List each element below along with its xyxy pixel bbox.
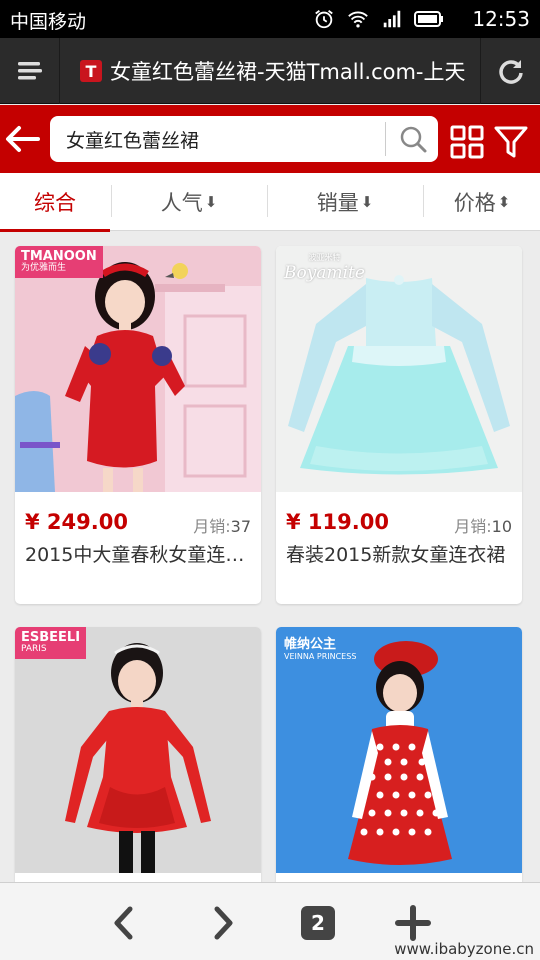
brand-logo: 波亚米特 Boyamite [284,252,365,283]
sales-count: 10 [491,517,512,536]
tab-comprehensive[interactable]: 综合 [0,173,110,232]
battery-icon [414,11,443,27]
product-card[interactable]: 波亚米特 Boyamite ¥ 119.00 月销:10 春装2015新款女童连衣… [276,246,522,604]
page-title: 女童红色蕾丝裙-天猫Tmall.com-上天 [110,60,466,84]
clock: 12:53 [472,7,530,31]
brand-tagline: 波亚米特 [308,253,341,262]
sort-updown-icon: ⬍ [497,193,511,211]
wifi-icon [348,11,368,28]
sales-count: 37 [230,517,251,536]
brand-name: ESBEELI [21,630,81,645]
product-price: ¥ 249.00 [25,510,128,534]
product-card[interactable]: TMANOON 为优雅而生 ¥ 249.00 月销:37 2015中大童春秋女童连… [15,246,261,604]
brand-tagline: PARIS [21,644,47,655]
product-image [276,627,522,873]
product-name: 春装2015新款女童连衣裙 [286,544,506,566]
grid-view-icon[interactable] [450,125,484,159]
search-box [50,116,438,162]
browser-toolbar: T 女童红色蕾丝裙-天猫Tmall.com-上天 [0,38,540,104]
tab-price[interactable]: 价格 ⬍ [424,173,540,231]
brand-logo: ESBEELI PARIS [15,627,87,660]
search-icon[interactable] [394,122,432,156]
search-input[interactable] [66,116,386,162]
tab-popularity[interactable]: 人气 ⬇ [112,173,266,231]
sort-down-icon: ⬇ [204,193,218,211]
product-card[interactable]: 帷纳公主 VEINNA PRINCESS [276,627,522,897]
address-bar[interactable]: T 女童红色蕾丝裙-天猫Tmall.com-上天 [62,38,480,104]
refresh-button[interactable] [480,38,540,104]
back-button[interactable] [102,901,146,945]
new-tab-button[interactable] [391,901,435,945]
signal-icon [383,10,401,28]
product-image [15,627,261,873]
browser-bottom-bar: 2 www.ibabyzone.cn [0,882,540,960]
sort-tabs: 综合 人气 ⬇ 销量 ⬇ 价格 ⬍ [0,173,540,232]
sales-label: 月销: [454,517,492,536]
filter-icon[interactable] [493,124,529,160]
alarm-icon [315,10,333,29]
brand-name: Boyamite [284,263,365,283]
brand-name: 帷纳公主 [284,637,337,652]
sales-label: 月销: [193,517,231,536]
product-image [15,246,261,492]
watermark: www.ibabyzone.cn [394,940,534,958]
menu-button[interactable] [0,38,60,104]
brand-tagline: 为优雅而生 [21,263,67,274]
back-arrow-icon[interactable] [2,119,42,159]
sort-down-icon: ⬇ [360,193,374,211]
product-name: 2015中大童春秋女童连衣裙 [25,544,253,566]
refresh-icon [498,60,523,84]
forward-button[interactable] [201,901,245,945]
tab-sales[interactable]: 销量 ⬇ [268,173,422,231]
brand-logo: TMANOON 为优雅而生 [15,246,103,279]
carrier-name: 中国移动 [10,11,87,33]
menu-icon [17,62,42,80]
brand-tagline: VEINNA PRINCESS [284,652,357,661]
forward-icon [214,906,233,940]
product-card[interactable]: ESBEELI PARIS [15,627,261,897]
tab-label: 人气 [160,191,203,215]
monthly-sales: 月销:37 [193,513,251,537]
brand-name: TMANOON [21,249,97,264]
search-header [0,105,540,173]
tab-label: 价格 [453,191,496,215]
search-divider [385,122,386,156]
product-price: ¥ 119.00 [286,510,389,534]
tab-label: 销量 [316,191,359,215]
monthly-sales: 月销:10 [454,513,512,537]
new-tab-icon [395,905,431,941]
tab-label: 综合 [34,191,76,215]
site-favicon: T [80,60,102,82]
brand-logo: 帷纳公主 VEINNA PRINCESS [284,633,356,661]
back-icon [114,906,133,940]
status-bar: 中国移动 12:53 [0,0,540,38]
tabs-button[interactable]: 2 [296,901,340,945]
tabs-icon: 2 [301,906,335,940]
